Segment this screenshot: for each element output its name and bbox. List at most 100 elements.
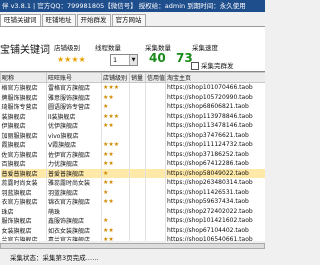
table-cell (129, 225, 146, 235)
col-store-level[interactable]: 店铺级别 (101, 72, 130, 83)
table-row[interactable]: 佐官方旗舰店 佐伊官方旗舰店 ★★ https://shop37186252.taob (0, 149, 265, 159)
table-cell: 佐官方旗舰店 (0, 149, 47, 159)
table-cell: 鑫服饰旗舰店 (46, 216, 102, 226)
table-cell (129, 121, 146, 131)
table-cell: ★ (101, 168, 130, 178)
tab-start-send[interactable]: 开始群发 (76, 14, 111, 26)
table-cell: https://shop101421602.taob (165, 216, 265, 226)
col-nickname[interactable]: 昵称 (0, 72, 47, 83)
col-credit[interactable]: 信用值 (145, 72, 166, 83)
table-row[interactable]: 霞旗舰店 V霞旗舰店 ★★★ https://shop111124732.taob (0, 140, 265, 150)
table-cell: 羽蓝旗舰店 (46, 187, 102, 197)
thread-count-label: 线程数量 (95, 44, 121, 52)
table-cell (129, 149, 146, 159)
table-cell: 霞旗舰店 (0, 140, 47, 150)
table-cell (145, 206, 166, 216)
table-cell: https://shop263480314.taob (165, 178, 265, 188)
thread-count-select[interactable]: 1 ▼ (110, 54, 138, 66)
tab-keyword[interactable]: 旺铺关键词 (0, 14, 41, 26)
table-cell: ★★ (101, 159, 130, 169)
table-row[interactable]: 伊旗舰店 优伊旗舰店 ★★ https://shop113478146.taob (0, 121, 265, 131)
table-cell (145, 168, 166, 178)
settings-panel: 宝铺关键词 店铺级别 ★★★★ 线程数量 1 ▼ 采集数量 40 采集速度 73 … (0, 26, 265, 71)
table-row[interactable]: 牌服饰旗舰店 雅意服饰旗舰店 ★★ https://shop105720990.tao… (0, 92, 265, 102)
table-row[interactable]: 百旗舰店 力优旗舰店 ★★ https://shop67412286.taob (0, 159, 265, 169)
table-cell: ★★ (101, 178, 130, 188)
table-cell: 女装旗舰店 (0, 225, 47, 235)
table-cell: 伊旗舰店 (0, 121, 47, 131)
table-cell (145, 140, 166, 150)
tab-official-site[interactable]: 官方网站 (111, 14, 146, 26)
keyword-label: 宝铺关键词 (0, 45, 50, 56)
table-row[interactable]: 羽蓝旗舰店 羽蓝旗舰店 ★ https://shop11426531.taob (0, 187, 265, 197)
table-cell: ★★ (101, 225, 130, 235)
table-cell (101, 130, 130, 140)
table-cell: https://shop11426531.taob (165, 187, 265, 197)
table-cell: 格官方旗舰店 (0, 82, 47, 93)
store-level-stars[interactable]: ★★★★ (57, 55, 86, 64)
table-cell: vivo旗舰店 (46, 130, 102, 140)
table-cell: ★★ (101, 92, 130, 102)
table-cell (145, 130, 166, 140)
table-cell: 萌珠 (46, 206, 102, 216)
table-cell: 如衣女装旗舰店 (46, 225, 102, 235)
table-cell (145, 102, 166, 112)
table-cell: https://shop37186252.taob (165, 149, 265, 159)
table-row[interactable]: 珠店 萌珠 https://shop272402022.taob (0, 206, 265, 216)
table-cell: 珠店 (0, 206, 47, 216)
table-cell: ★★ (101, 121, 130, 131)
table-cell: https://shop67412286.taob (165, 159, 265, 169)
table-cell: 锦衣官方旗舰店 (46, 197, 102, 207)
table-cell: ★ (101, 187, 130, 197)
table-cell: https://shop113978846.taob (165, 111, 265, 121)
table-cell: 衣官方旗舰店 (0, 197, 47, 207)
table-cell: https://shop272402022.taob (165, 206, 265, 216)
status-text: 采集状态：采集第3页完成…… (10, 254, 99, 262)
table-row[interactable]: 普爱普旗舰店 普爱普旗舰店 ★ https://shop58049022.taob (0, 168, 265, 178)
table-row[interactable]: 女装旗舰店 如衣女装旗舰店 ★★ https://shop67104402.taob (0, 225, 265, 235)
table-cell: 装旗舰店 (0, 111, 47, 121)
table-row[interactable]: 服饰旗舰店 鑫服饰旗舰店 ★ https://shop101421602.taob (0, 216, 265, 226)
table-cell: 佐伊官方旗舰店 (46, 149, 102, 159)
title-bar: 伴 v3.8.1 | 官方QQ：799981805【微信号】 授权给：admin… (0, 0, 265, 12)
table-header: 昵称 旺旺账号 店铺级别 销量 信用值 淘宝主页 (0, 72, 265, 83)
col-taobao-homepage[interactable]: 淘宝主页 (165, 72, 265, 83)
tab-bar: 旺铺关键词 旺铺地址 开始群发 官方网站 (0, 14, 265, 26)
table-row[interactable]: 装旗舰店 ll装旗舰店 ★★★ https://shop113978846.taob (0, 111, 265, 121)
table-cell (145, 121, 166, 131)
table-row[interactable]: 格官方旗舰店 雷格官方旗舰店 ★★★ https://shop101070466.ta… (0, 82, 265, 93)
table-cell: ★★★ (101, 140, 130, 150)
table-cell (145, 111, 166, 121)
table-cell (129, 102, 146, 112)
send-after-collect-checkbox[interactable]: 采集完群发 (191, 60, 234, 70)
table-row[interactable]: 衣官方旗舰店 锦衣官方旗舰店 ★★ https://shop59637434.taob (0, 197, 265, 207)
table-row[interactable]: 蕊露时尚女装 雅蕊露时尚女装 ★★ https://shop263480314.tao… (0, 178, 265, 188)
table-cell: ★ (101, 216, 130, 226)
table-cell: https://shop105720990.taob (165, 92, 265, 102)
table-row[interactable]: 琦服饰专营店 圆语服饰专营店 ★ https://shop68606821.taob (0, 102, 265, 112)
store-level-label: 店铺级别 (54, 44, 80, 52)
table-cell (129, 159, 146, 169)
table-row[interactable]: 加丽服旗舰店 vivo旗舰店 https://shop37476621.taob (0, 130, 265, 140)
table-cell (129, 92, 146, 102)
table-cell (129, 130, 146, 140)
col-wangwang-account[interactable]: 旺旺账号 (46, 72, 102, 83)
table-cell: 力优旗舰店 (46, 159, 102, 169)
table-cell (129, 206, 146, 216)
table-cell: 百旗舰店 (0, 159, 47, 169)
table-cell (129, 168, 146, 178)
checkbox-icon[interactable] (191, 62, 199, 70)
table-cell: ll装旗舰店 (46, 111, 102, 121)
window-title: 伴 v3.8.1 | 官方QQ：799981805【微信号】 授权给：admin… (2, 2, 246, 10)
table-cell: https://shop113478146.taob (165, 121, 265, 131)
table-cell: ★★ (101, 149, 130, 159)
tab-store-address[interactable]: 旺铺地址 (41, 14, 76, 26)
table-cell: 琦服饰专营店 (0, 102, 47, 112)
progress-bar (0, 243, 265, 249)
table-cell: 牌服饰旗舰店 (0, 92, 47, 102)
table-cell (129, 111, 146, 121)
chevron-down-icon[interactable]: ▼ (129, 55, 137, 65)
table-cell (129, 197, 146, 207)
table-cell: https://shop101070466.taob (165, 82, 265, 93)
col-sales[interactable]: 销量 (129, 72, 146, 83)
